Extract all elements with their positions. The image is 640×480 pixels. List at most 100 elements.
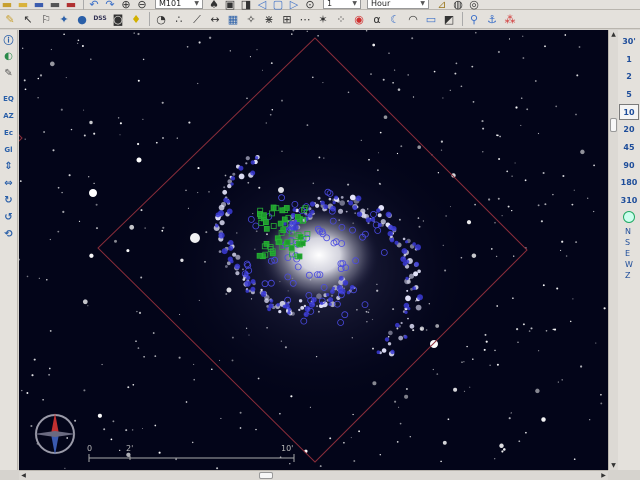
- night-mode-icon[interactable]: ☾: [387, 11, 403, 27]
- fov-button[interactable]: 30': [619, 33, 639, 51]
- pointer-icon[interactable]: ↖: [20, 11, 36, 27]
- hii-marker[interactable]: [223, 197, 229, 203]
- hii-marker[interactable]: [230, 182, 234, 186]
- hii-marker[interactable]: [346, 290, 351, 295]
- hii-marker[interactable]: [370, 217, 376, 222]
- vertical-scroll-thumb[interactable]: [610, 118, 617, 132]
- fov-button[interactable]: 10: [619, 104, 639, 121]
- cluster-marker[interactable]: [294, 214, 301, 220]
- hii-marker[interactable]: [391, 226, 397, 232]
- direction-button[interactable]: E: [625, 248, 633, 259]
- hii-marker[interactable]: [323, 204, 329, 210]
- hii-marker[interactable]: [414, 244, 421, 251]
- hii-marker[interactable]: [287, 311, 291, 315]
- hii-marker[interactable]: [282, 304, 287, 309]
- sky-chart-canvas[interactable]: [19, 30, 608, 470]
- hii-marker[interactable]: [355, 195, 362, 202]
- hii-marker[interactable]: [227, 256, 233, 262]
- hii-marker[interactable]: [356, 211, 363, 217]
- hii-marker[interactable]: [292, 224, 299, 231]
- fov-button[interactable]: 5: [619, 86, 639, 104]
- hii-marker[interactable]: [238, 165, 244, 171]
- hii-marker[interactable]: [337, 288, 343, 294]
- measure-icon[interactable]: ∴: [171, 11, 187, 27]
- hii-marker[interactable]: [417, 294, 423, 301]
- hii-marker[interactable]: [260, 291, 267, 297]
- scroll-up-icon[interactable]: ▲: [609, 30, 618, 39]
- hii-marker[interactable]: [292, 208, 297, 212]
- hii-marker[interactable]: [245, 289, 250, 293]
- hii-marker[interactable]: [394, 240, 399, 245]
- direction-button[interactable]: N: [625, 226, 633, 237]
- fov-button[interactable]: 2: [619, 68, 639, 86]
- hii-marker[interactable]: [250, 160, 255, 165]
- scroll-right-icon[interactable]: ▶: [599, 471, 608, 480]
- object-list-icon[interactable]: ⁂: [502, 11, 518, 27]
- hii-marker[interactable]: [320, 200, 325, 206]
- hii-marker[interactable]: [332, 201, 336, 205]
- hii-marker[interactable]: [215, 223, 219, 228]
- planets-icon[interactable]: ✶: [315, 11, 331, 27]
- hii-marker[interactable]: [342, 280, 349, 286]
- select-icon[interactable]: ✎: [2, 11, 18, 27]
- altaz-button[interactable]: AZ: [1, 108, 16, 123]
- contrast-icon[interactable]: ◩: [441, 11, 457, 27]
- hii-marker[interactable]: [254, 156, 259, 160]
- vertical-scrollbar[interactable]: ▲ ▼: [608, 30, 618, 470]
- hii-marker[interactable]: [404, 310, 408, 314]
- star-icon[interactable]: ✦: [56, 11, 72, 27]
- time-unit-combo[interactable]: Hour ▼: [367, 0, 429, 9]
- boundaries-icon[interactable]: ⊞: [279, 11, 295, 27]
- hii-marker[interactable]: [376, 350, 381, 355]
- chart-icon[interactable]: ◐: [1, 49, 16, 64]
- hii-marker[interactable]: [276, 303, 280, 307]
- hii-marker[interactable]: [328, 302, 332, 306]
- ecliptic-button[interactable]: Ec: [1, 125, 16, 140]
- cluster-marker[interactable]: [263, 225, 270, 232]
- fov-button[interactable]: 45: [619, 139, 639, 157]
- hii-marker[interactable]: [385, 211, 392, 218]
- compass-icon[interactable]: ↔: [207, 11, 223, 27]
- direction-button[interactable]: Z: [625, 270, 633, 281]
- hii-marker[interactable]: [250, 286, 256, 292]
- hii-marker[interactable]: [390, 349, 395, 355]
- planetarium-icon[interactable]: ◠: [405, 11, 421, 27]
- hii-marker[interactable]: [387, 230, 394, 237]
- reset-rotation-icon[interactable]: ⟲: [1, 227, 16, 242]
- label-icon[interactable]: ⚐: [38, 11, 54, 27]
- cluster-marker[interactable]: [256, 252, 263, 259]
- hii-marker[interactable]: [405, 276, 409, 281]
- equatorial-button[interactable]: EQ: [1, 91, 16, 106]
- hii-marker[interactable]: [376, 208, 381, 213]
- hii-marker[interactable]: [226, 208, 233, 215]
- constellation-icon[interactable]: ✧: [243, 11, 259, 27]
- hii-marker[interactable]: [352, 205, 358, 211]
- hii-marker[interactable]: [221, 248, 228, 255]
- lines-icon[interactable]: ⋇: [261, 11, 277, 27]
- hii-marker[interactable]: [234, 263, 241, 270]
- hii-marker[interactable]: [334, 195, 339, 200]
- asteroid-icon[interactable]: ⁘: [333, 11, 349, 27]
- alpha-icon[interactable]: α: [369, 11, 385, 27]
- hii-marker[interactable]: [330, 289, 335, 294]
- milkyway-icon[interactable]: ⋯: [297, 11, 313, 27]
- fov-button[interactable]: 180: [619, 174, 639, 192]
- target-icon[interactable]: ◉: [351, 11, 367, 27]
- ground-icon[interactable]: ▭: [423, 11, 439, 27]
- flip-vertical-icon[interactable]: ⇕: [1, 159, 16, 174]
- cluster-marker[interactable]: [284, 239, 291, 246]
- cluster-marker[interactable]: [279, 207, 286, 214]
- hii-marker[interactable]: [403, 335, 408, 339]
- anchor-icon[interactable]: ⚓: [484, 11, 500, 27]
- object-search-combo[interactable]: M101 ▼: [155, 0, 203, 9]
- direction-button[interactable]: S: [625, 237, 633, 248]
- hii-marker[interactable]: [407, 307, 411, 311]
- hii-marker[interactable]: [384, 337, 390, 342]
- horizontal-scrollbar[interactable]: ◀ ▶: [19, 470, 608, 480]
- fov-button[interactable]: 90: [619, 157, 639, 175]
- direction-button[interactable]: W: [625, 259, 633, 270]
- hii-marker[interactable]: [401, 248, 408, 254]
- world-icon[interactable]: [623, 211, 635, 224]
- hii-marker[interactable]: [269, 299, 274, 303]
- fov-button[interactable]: 310: [619, 192, 639, 210]
